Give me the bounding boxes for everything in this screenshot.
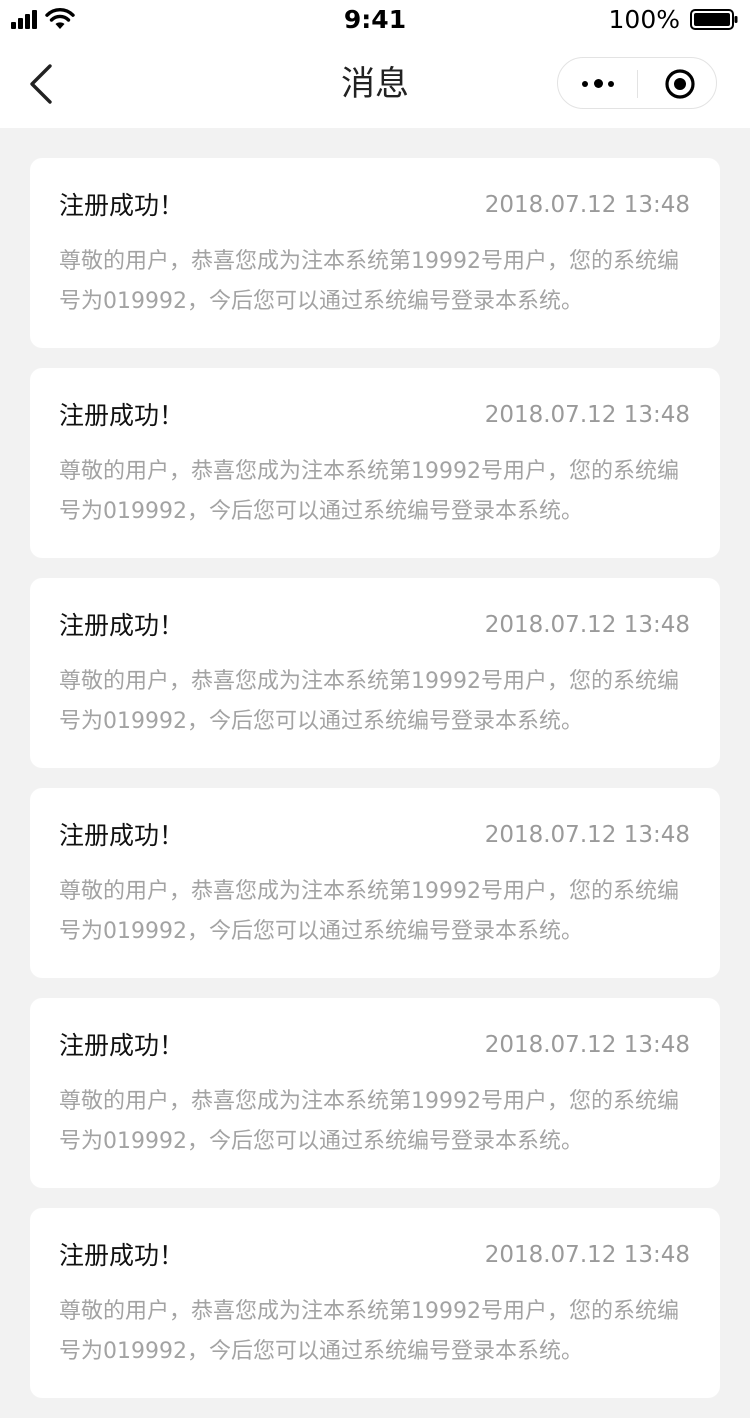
battery-icon [690,9,738,30]
message-card[interactable]: 注册成功！ 2018.07.12 13:48 尊敬的用户，恭喜您成为注本系统第1… [30,998,720,1188]
message-title: 注册成功！ [59,611,185,640]
message-title: 注册成功！ [59,1241,185,1270]
message-time: 2018.07.12 13:48 [484,402,690,428]
message-title: 注册成功！ [59,191,185,220]
message-time: 2018.07.12 13:48 [484,612,690,638]
message-card[interactable]: 注册成功！ 2018.07.12 13:48 尊敬的用户，恭喜您成为注本系统第1… [30,158,720,348]
message-body: 尊敬的用户，恭喜您成为注本系统第19992号用户，您的系统编号为019992，今… [59,1089,679,1154]
close-circle-icon[interactable] [664,68,696,100]
mini-program-capsule [557,57,717,109]
message-time: 2018.07.12 13:48 [484,822,690,848]
message-title: 注册成功！ [59,1031,185,1060]
message-body: 尊敬的用户，恭喜您成为注本系统第19992号用户，您的系统编号为019992，今… [59,879,679,944]
message-body: 尊敬的用户，恭喜您成为注本系统第19992号用户，您的系统编号为019992，今… [59,249,679,314]
message-time: 2018.07.12 13:48 [484,1242,690,1268]
message-body: 尊敬的用户，恭喜您成为注本系统第19992号用户，您的系统编号为019992，今… [59,1299,679,1364]
message-title: 注册成功！ [59,821,185,850]
message-card[interactable]: 注册成功！ 2018.07.12 13:48 尊敬的用户，恭喜您成为注本系统第1… [30,578,720,768]
nav-bar: 消息 [0,40,750,128]
message-title: 注册成功！ [59,401,185,430]
message-list: 注册成功！ 2018.07.12 13:48 尊敬的用户，恭喜您成为注本系统第1… [30,158,720,1418]
battery-percent: 100% [608,5,680,34]
message-card[interactable]: 注册成功！ 2018.07.12 13:48 尊敬的用户，恭喜您成为注本系统第1… [30,788,720,978]
status-bar: 9:41 100% [0,0,750,40]
message-card[interactable]: 注册成功！ 2018.07.12 13:48 尊敬的用户，恭喜您成为注本系统第1… [30,1208,720,1398]
message-body: 尊敬的用户，恭喜您成为注本系统第19992号用户，您的系统编号为019992，今… [59,669,679,734]
message-body: 尊敬的用户，恭喜您成为注本系统第19992号用户，您的系统编号为019992，今… [59,459,679,524]
message-time: 2018.07.12 13:48 [484,192,690,218]
capsule-divider [637,70,638,98]
more-dots-icon[interactable] [558,58,638,110]
message-card[interactable]: 注册成功！ 2018.07.12 13:48 尊敬的用户，恭喜您成为注本系统第1… [30,368,720,558]
message-time: 2018.07.12 13:48 [484,1032,690,1058]
